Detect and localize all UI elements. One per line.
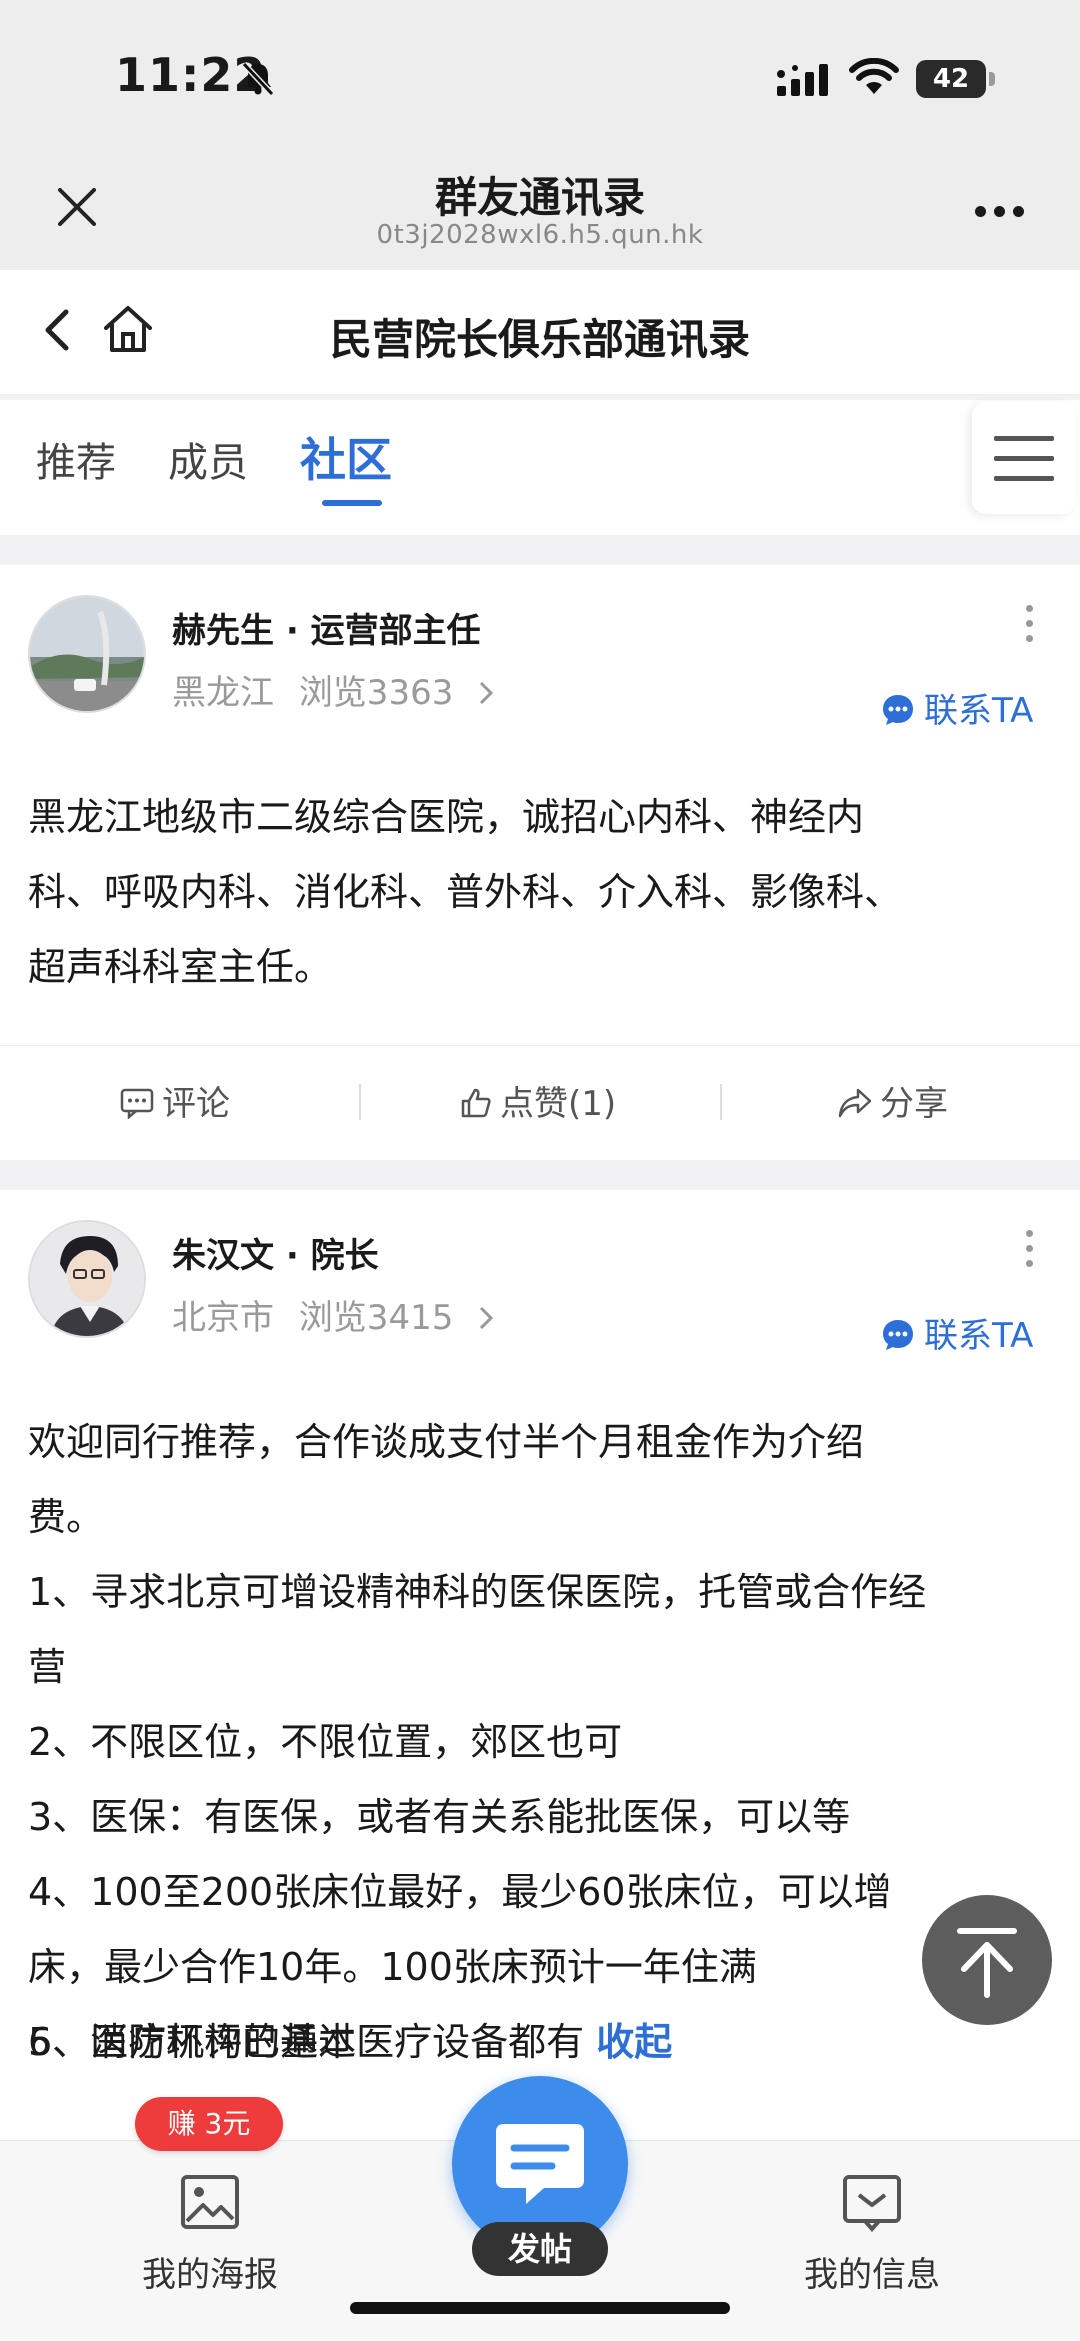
earn-badge[interactable]: 赚 3元 — [135, 2097, 283, 2151]
home-indicator — [350, 2302, 730, 2314]
author-meta[interactable]: 北京市 浏览3415 — [172, 1290, 496, 1339]
avatar[interactable] — [28, 595, 146, 713]
nav-my-info-label: 我的信息 — [804, 2255, 940, 2295]
post-more-icon[interactable] — [1026, 605, 1036, 650]
post-body: 欢迎同行推荐，合作谈成支付半个月租金作为介绍 费。 1、寻求北京可增设精神科的医… — [28, 1420, 927, 2064]
nav-my-info[interactable]: 我的信息 — [772, 2171, 972, 2296]
contact-button[interactable]: 联系TA — [880, 1308, 1033, 1357]
chevron-right-icon — [480, 1306, 494, 1330]
page-url: 0t3j2028wxl6.h5.qun.hk — [376, 220, 704, 250]
scroll-to-top-button[interactable] — [922, 1895, 1052, 2025]
comment-icon — [120, 1088, 154, 1119]
tab-recommend[interactable]: 推荐 — [36, 430, 116, 488]
contact-label: 联系TA — [924, 1316, 1034, 1356]
chevron-right-icon — [480, 681, 494, 705]
chat-bubble-icon — [883, 695, 913, 725]
like-label: 点赞(1) — [500, 1084, 617, 1124]
post-actions: 评论 点赞(1) 分享 — [0, 1045, 1080, 1155]
author-name[interactable]: 朱汉文 · 院长 — [172, 1228, 379, 1277]
view-count: 浏览3415 — [298, 1298, 454, 1338]
post-card: 赫先生 · 运营部主任 黑龙江 浏览3363 联系TA 黑龙江地级市二级综合医院… — [0, 565, 1080, 1160]
author-meta[interactable]: 黑龙江 浏览3363 — [172, 665, 496, 714]
comment-label: 评论 — [162, 1084, 230, 1124]
active-tab-indicator — [322, 500, 382, 506]
browser-title-bar: 群友通讯录 0t3j2028wxl6.h5.qun.hk — [0, 150, 1080, 270]
wifi-icon — [849, 58, 899, 94]
tab-bar: 推荐 成员 社区 — [0, 400, 1080, 535]
divider — [720, 1084, 722, 1120]
collapse-link[interactable]: 收起 — [596, 2020, 672, 2064]
status-bar: 11:22 42 — [0, 0, 1080, 150]
nav-my-poster[interactable]: 我的海报 — [110, 2171, 310, 2296]
share-label: 分享 — [880, 1084, 948, 1124]
tab-members[interactable]: 成员 — [168, 430, 248, 488]
share-button[interactable]: 分享 — [838, 1076, 948, 1125]
post-last-line: 6、医疗机构的基本医疗设备都有 — [28, 2020, 585, 2064]
menu-icon[interactable] — [972, 402, 1076, 514]
page-title: 群友通讯录 — [434, 173, 645, 222]
post-body-last-line: 6、医疗机构的基本医疗设备都有 收起 — [28, 2005, 1038, 2080]
thumbs-up-icon — [461, 1088, 491, 1118]
arrow-up-icon — [957, 1928, 1017, 1998]
post-body: 黑龙江地级市二级综合医院，诚招心内科、神经内 科、呼吸内科、消化科、普外科、介入… — [28, 795, 903, 989]
battery-tip — [989, 72, 995, 86]
battery-indicator: 42 — [916, 60, 986, 98]
bell-muted-icon — [241, 61, 275, 97]
post-more-icon[interactable] — [1026, 1230, 1036, 1275]
avatar[interactable] — [28, 1220, 146, 1338]
sub-header: 民营院长俱乐部通讯录 — [0, 270, 1080, 395]
author-location: 黑龙江 — [172, 673, 274, 713]
comment-button[interactable]: 评论 — [120, 1076, 230, 1125]
share-icon — [838, 1088, 872, 1118]
tab-community[interactable]: 社区 — [300, 424, 392, 490]
contact-label: 联系TA — [924, 691, 1034, 731]
new-post-label[interactable]: 发帖 — [472, 2222, 608, 2276]
directory-title: 民营院长俱乐部通讯录 — [329, 315, 750, 364]
more-options-icon[interactable] — [975, 202, 1032, 221]
author-name[interactable]: 赫先生 · 运营部主任 — [172, 603, 481, 652]
view-count: 浏览3363 — [298, 673, 454, 713]
nav-my-poster-label: 我的海报 — [142, 2255, 278, 2295]
contact-button[interactable]: 联系TA — [880, 683, 1033, 732]
post-card: 朱汉文 · 院长 北京市 浏览3415 联系TA 欢迎同行推荐，合作谈成支付半个… — [0, 1190, 1080, 2150]
author-location: 北京市 — [172, 1298, 274, 1338]
like-button[interactable]: 点赞(1) — [460, 1076, 616, 1125]
signal-icon — [777, 64, 828, 96]
divider — [359, 1084, 361, 1120]
message-box-icon — [843, 2175, 901, 2233]
image-icon — [181, 2175, 239, 2229]
chat-bubble-icon — [883, 1320, 913, 1350]
